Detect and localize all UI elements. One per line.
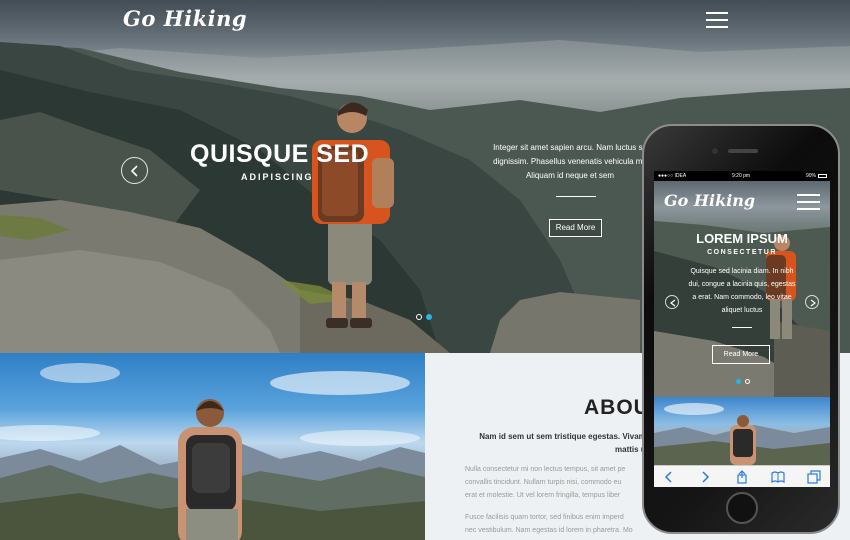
phone-text-line: Quisque sed lacinia diam. In nibh — [690, 268, 794, 275]
chevron-left-icon — [130, 165, 138, 177]
phone-text-line: aliquet luctus — [721, 307, 763, 314]
phone-text-line: a erat. Nam commodo, leo vitae — [692, 294, 792, 301]
hero-subtitle: ADIPISCING — [241, 172, 314, 182]
chevron-left-icon — [670, 299, 676, 307]
about-text-line: nec vestibulum. Nam egestas id lorem in … — [465, 527, 633, 534]
phone-brand-logo[interactable]: Go Hiking — [664, 191, 755, 210]
phone-text-line: dui, congue a lacinia quis, egestas — [688, 281, 796, 288]
back-icon[interactable] — [662, 470, 676, 484]
hero-description: Integer sit amet sapien arcu. Nam luctus… — [490, 141, 650, 183]
about-text-line: erat et molestie. Ut vel lorem fringilla… — [465, 492, 621, 499]
phone-hero-description: Quisque sed lacinia diam. In nibh dui, c… — [664, 265, 820, 317]
phone-hero-title: LOREM IPSUM — [696, 231, 788, 246]
phone-slider-dot[interactable] — [745, 379, 750, 384]
tabs-icon[interactable] — [807, 470, 821, 484]
phone-about-photo — [654, 403, 830, 465]
forward-icon[interactable] — [698, 470, 712, 484]
about-lead-line: Nam id sem ut sem tristique egestas. Viv… — [479, 432, 646, 441]
phone-home-button[interactable] — [726, 492, 758, 524]
phone-about-image — [654, 397, 830, 465]
phone-prev-button[interactable] — [665, 295, 679, 309]
phone-read-more-button[interactable]: Read More — [712, 345, 770, 364]
about-hiker-figure — [178, 399, 242, 540]
slider-prev-button[interactable] — [121, 157, 148, 184]
hero-text-line: Aliquam id neque et sem — [525, 171, 615, 180]
about-text-line: Fusce facilisis quam tortor, sed finibus… — [465, 514, 624, 521]
hero-text-line: dignissim. Phasellus venenatis vehicula … — [493, 157, 647, 166]
about-image — [0, 353, 425, 540]
slider-dot-1[interactable] — [416, 314, 422, 320]
phone-hero: Go Hiking LOREM IPSUM CONSECTETUR Quisqu… — [654, 181, 830, 397]
phone-hero-divider — [732, 327, 752, 328]
about-title: ABOU — [584, 396, 650, 419]
about-text-line: Nulla consectetur mi non lectus tempus, … — [465, 466, 626, 473]
phone-slider-dot-active[interactable] — [736, 379, 741, 384]
phone-hamburger-icon[interactable] — [797, 194, 820, 210]
slider-dot-2-active[interactable] — [426, 314, 432, 320]
status-carrier: ●●●○○ IDEA — [658, 173, 687, 179]
phone-next-button[interactable] — [805, 295, 819, 309]
phone-hero-subtitle: CONSECTETUR — [707, 249, 777, 256]
chevron-right-icon — [810, 299, 816, 307]
read-more-button[interactable]: Read More — [549, 219, 602, 237]
status-battery: 90% — [805, 173, 816, 179]
share-icon[interactable] — [735, 470, 749, 484]
battery-icon — [818, 174, 827, 178]
bookmarks-icon[interactable] — [771, 470, 785, 484]
about-text-line: convallis tincidunt. Nullam turpis nisi,… — [465, 479, 622, 486]
hero-divider — [556, 196, 596, 197]
status-time: 9:20 pm — [732, 173, 751, 179]
brand-logo[interactable]: Go Hiking — [123, 6, 247, 31]
phone-browser-toolbar — [654, 465, 830, 487]
about-paragraph-2: Fusce facilisis quam tortor, sed finibus… — [465, 511, 645, 537]
about-lead: Nam id sem ut sem tristique egestas. Viv… — [475, 430, 650, 456]
about-hiker-photo — [0, 363, 425, 540]
hero-title: QUISQUE SED — [190, 140, 370, 168]
phone-status-bar: ●●●○○ IDEA 9:20 pm 90% — [654, 171, 830, 181]
phone-mockup: ●●●○○ IDEA 9:20 pm 90% Go Hiking LOREM I… — [642, 124, 840, 534]
hamburger-icon[interactable] — [706, 12, 728, 28]
about-lead-line: mattis u — [615, 445, 646, 454]
hero-text-line: Integer sit amet sapien arcu. Nam luctus… — [493, 143, 647, 152]
phone-speaker — [728, 149, 758, 153]
about-paragraph-1: Nulla consectetur mi non lectus tempus, … — [465, 463, 645, 502]
phone-screen: ●●●○○ IDEA 9:20 pm 90% Go Hiking LOREM I… — [654, 171, 830, 487]
phone-camera — [712, 148, 718, 154]
